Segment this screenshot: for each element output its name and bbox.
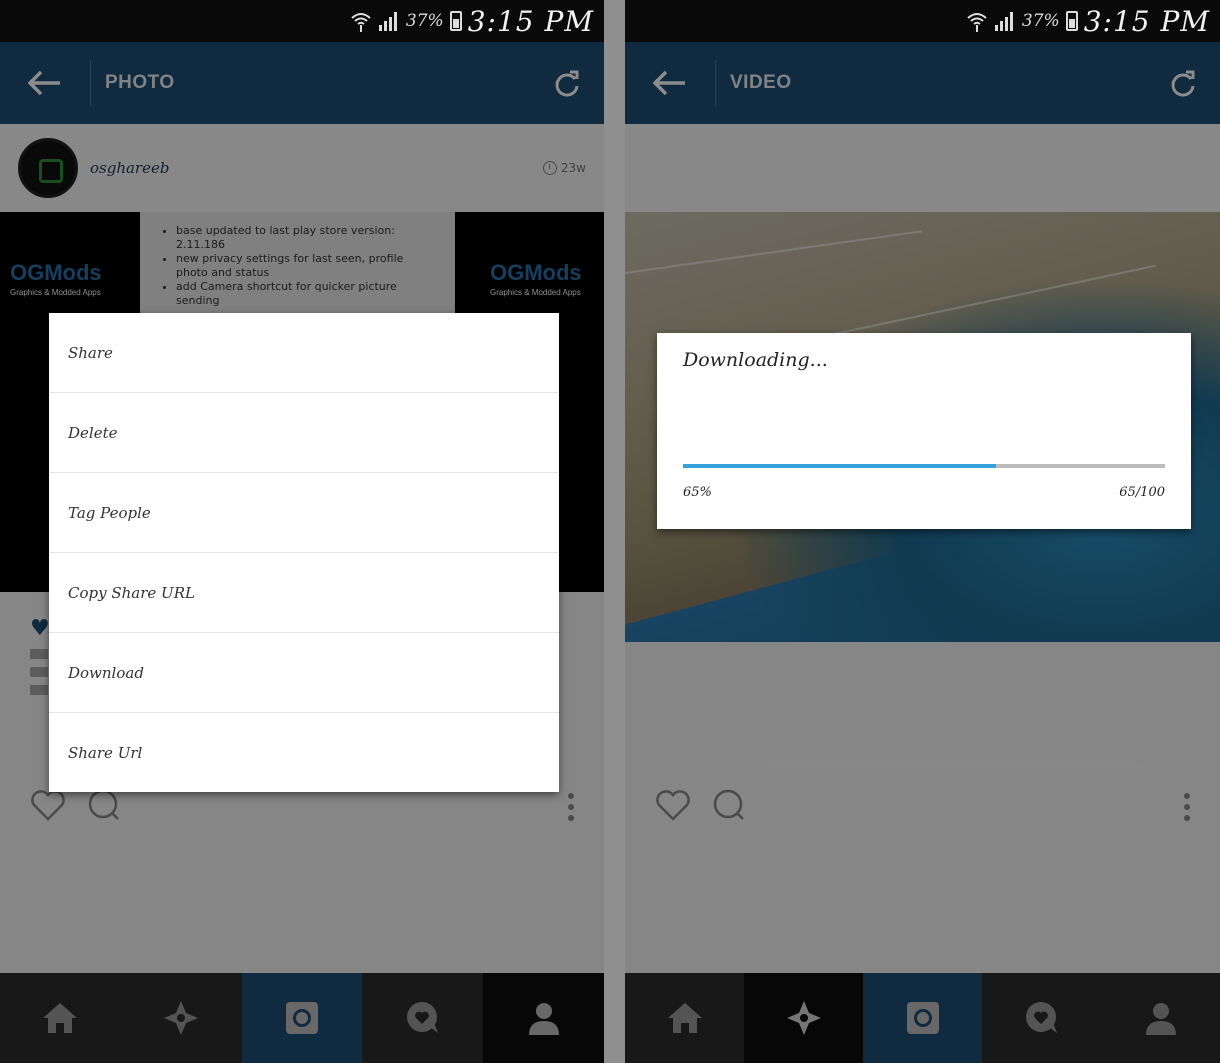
battery-percent: 37%: [405, 11, 444, 31]
progress-count: 65/100: [1119, 485, 1165, 500]
battery-percent: 37%: [1021, 11, 1060, 31]
menu-item-download[interactable]: Download: [49, 633, 559, 713]
signal-icon: [994, 10, 1016, 32]
dialog-title: Downloading...: [683, 349, 828, 371]
signal-icon: [378, 10, 400, 32]
menu-item-share-url[interactable]: Share Url: [49, 713, 559, 792]
menu-item-tag-people[interactable]: Tag People: [49, 473, 559, 553]
dim-overlay[interactable]: [625, 42, 1220, 1063]
progress-bar-fill: [683, 464, 997, 468]
status-bar: 37% 3:15 PM: [0, 0, 604, 42]
left-phone-screen: 37% 3:15 PM PHOTO osghareeb 23w OGMods Gr…: [0, 0, 604, 1063]
clock: 3:15 PM: [1083, 4, 1210, 38]
status-bar: 37% 3:15 PM: [625, 0, 1220, 42]
right-phone-screen: 37% 3:15 PM VIDEO Downloading... 65% 65/…: [625, 0, 1220, 1063]
progress-percent: 65%: [683, 485, 712, 500]
context-menu: Share Delete Tag People Copy Share URL D…: [49, 313, 559, 792]
wifi-icon: [350, 9, 372, 33]
menu-item-copy-share-url[interactable]: Copy Share URL: [49, 553, 559, 633]
menu-item-delete[interactable]: Delete: [49, 393, 559, 473]
progress-bar: [683, 464, 1165, 468]
battery-icon: [449, 11, 462, 31]
clock: 3:15 PM: [467, 4, 594, 38]
battery-icon: [1065, 11, 1078, 31]
download-progress-dialog: Downloading... 65% 65/100: [657, 333, 1191, 529]
menu-item-share[interactable]: Share: [49, 313, 559, 393]
wifi-icon: [966, 9, 988, 33]
